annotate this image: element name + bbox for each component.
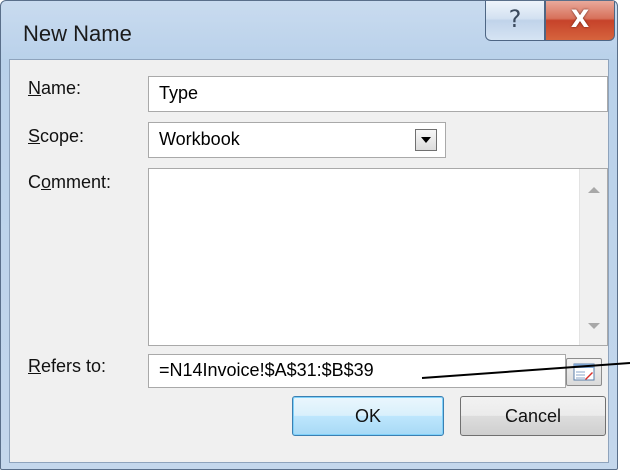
scope-select[interactable]: Workbook — [148, 122, 446, 158]
refers-to-label: Refers to: — [28, 356, 107, 376]
dialog-body: Name: Type Scope: Workbook Comment: Refe… — [9, 59, 609, 463]
ok-button[interactable]: OK — [292, 396, 444, 436]
comment-label: Comment: — [28, 172, 112, 192]
collapse-dialog-icon — [573, 363, 595, 381]
scope-label: Scope: — [28, 126, 85, 146]
scope-selected-value: Workbook — [159, 129, 240, 149]
help-button[interactable]: ? — [485, 1, 545, 41]
close-icon: X — [570, 5, 590, 33]
name-label: Name: — [28, 78, 82, 98]
dialog-title: New Name — [23, 21, 132, 46]
close-button[interactable]: X — [545, 1, 615, 41]
chevron-down-icon[interactable] — [415, 129, 437, 151]
name-input[interactable]: Type — [148, 76, 608, 112]
comment-textarea[interactable] — [148, 168, 608, 346]
refers-to-input[interactable]: =N14Invoice!$A$31:$B$39 — [148, 354, 566, 388]
new-name-dialog: New Name ? X Name: Type Scope: Workbook … — [0, 0, 618, 470]
cancel-button[interactable]: Cancel — [460, 396, 606, 436]
comment-scrollbar[interactable] — [579, 169, 607, 345]
collapse-dialog-button[interactable] — [566, 358, 602, 386]
scroll-up-icon[interactable] — [588, 187, 600, 193]
scroll-down-icon[interactable] — [588, 323, 600, 329]
help-icon: ? — [508, 5, 522, 33]
